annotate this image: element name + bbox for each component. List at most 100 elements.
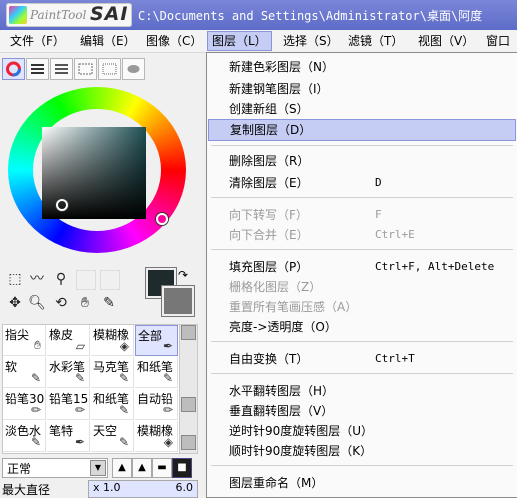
blend-mode-select[interactable]: 正常 ▼ bbox=[2, 458, 108, 478]
brush-cell[interactable]: 和纸笔 ✎ bbox=[135, 357, 178, 388]
menu-edit[interactable]: 编辑（E） bbox=[80, 33, 136, 49]
menu-filter[interactable]: 滤镜（T） bbox=[348, 33, 403, 49]
menu-select[interactable]: 选择（S） bbox=[283, 33, 339, 49]
menu-separator bbox=[211, 249, 513, 250]
hsv-slider-tab[interactable] bbox=[50, 58, 73, 80]
menu-item-shortcut: D bbox=[375, 176, 382, 189]
menu-layer[interactable]: 图层（L） bbox=[207, 31, 272, 51]
menu-item-luminance-to-opacity[interactable]: 亮度->透明度（O） bbox=[207, 317, 517, 337]
magic-wand-icon[interactable]: ⚲ bbox=[52, 270, 70, 288]
menu-item-reset-pressure: 重置所有笔画压感（A） bbox=[207, 297, 517, 317]
scroll-thumb[interactable] bbox=[181, 397, 196, 412]
zoom-icon[interactable]: 🔍︎ bbox=[28, 294, 46, 312]
menu-item-new-pen-layer[interactable]: 新建钢笔图层（I） bbox=[207, 79, 517, 99]
brush-shape-round-icon[interactable]: ▲ bbox=[132, 458, 152, 478]
pen-icon: ✒ bbox=[74, 435, 85, 449]
menu-item-flip-vertical[interactable]: 垂直翻转图层（V） bbox=[207, 401, 517, 421]
blur-eraser-icon: ◈ bbox=[119, 339, 129, 353]
menu-item-label: 顺时针90度旋转图层（K） bbox=[229, 444, 373, 458]
brush-grid-scrollbar[interactable] bbox=[179, 324, 198, 454]
finger-tip-icon: ✋︎ bbox=[34, 338, 41, 352]
size-value: 6.0 bbox=[175, 481, 194, 494]
brush-cell[interactable]: 水彩笔 ✎ bbox=[47, 357, 90, 388]
light-water-icon: ✎ bbox=[30, 435, 41, 449]
menu-item-free-transform[interactable]: 自由变换（T） Ctrl+T bbox=[207, 349, 517, 369]
menu-item-shortcut: F bbox=[375, 208, 382, 221]
menu-item-label: 图层重命名（M） bbox=[229, 476, 324, 490]
menu-item-rotate-ccw[interactable]: 逆时针90度旋转图层（U） bbox=[207, 421, 517, 441]
scratchpad-tab[interactable] bbox=[98, 58, 121, 80]
lasso-icon[interactable]: 〰 bbox=[28, 270, 46, 288]
rect-select-icon[interactable]: ⬚ bbox=[6, 270, 24, 288]
brush-label: 天空 bbox=[93, 424, 118, 438]
menu-item-label: 亮度->透明度（O） bbox=[229, 320, 337, 334]
mixer-tab[interactable] bbox=[122, 58, 145, 80]
hand-icon[interactable]: ✋︎ bbox=[76, 294, 94, 312]
menu-item-delete-layer[interactable]: 删除图层（R） bbox=[207, 151, 517, 171]
menu-item-flip-horizontal[interactable]: 水平翻转图层（H） bbox=[207, 381, 517, 401]
brush-cell[interactable]: 铅笔30 ✏ bbox=[3, 389, 46, 420]
brush-cell[interactable]: 模糊橡 ◈ bbox=[135, 421, 178, 452]
rgb-slider-tab[interactable] bbox=[26, 58, 49, 80]
color-wheel-tab[interactable] bbox=[2, 58, 25, 80]
menu-item-new-group[interactable]: 创建新组（S） bbox=[207, 99, 517, 119]
menu-item-label: 创建新组（S） bbox=[229, 102, 309, 116]
auto-pencil-icon: ✏ bbox=[162, 403, 173, 417]
move-icon[interactable]: ✥ bbox=[6, 294, 24, 312]
menu-item-label: 水平翻转图层（H） bbox=[229, 384, 335, 398]
brush-cell[interactable]: 指尖 ✋︎ bbox=[3, 325, 46, 356]
menu-item-label: 清除图层（E） bbox=[229, 176, 309, 190]
menu-item-label: 自由变换（T） bbox=[229, 352, 309, 366]
swap-colors-icon[interactable]: ↷ bbox=[178, 268, 188, 282]
background-color-swatch[interactable] bbox=[162, 286, 194, 316]
scroll-down-icon[interactable] bbox=[181, 435, 196, 450]
brush-cell[interactable]: 铅笔15 ✏ bbox=[47, 389, 90, 420]
brush-cell[interactable]: 天空 ✎ bbox=[91, 421, 134, 452]
menu-item-merge-down: 向下合并（E） Ctrl+E bbox=[207, 225, 517, 245]
washi-brush-icon: ✎ bbox=[162, 371, 173, 385]
menu-file[interactable]: 文件（F） bbox=[10, 33, 65, 49]
brush-cell[interactable]: 和纸笔 ✎ bbox=[91, 389, 134, 420]
brush-cell[interactable]: 笔特 ✒ bbox=[47, 421, 90, 452]
menu-item-clear-layer[interactable]: 清除图层（E） D bbox=[207, 173, 517, 193]
menu-window[interactable]: 窗口 bbox=[486, 33, 510, 49]
menu-item-duplicate-layer[interactable]: 复制图层（D） bbox=[208, 119, 516, 141]
menu-item-fill-layer[interactable]: 填充图层（P） Ctrl+F, Alt+Delete bbox=[207, 257, 517, 277]
swatch-tab[interactable] bbox=[74, 58, 97, 80]
brush-cell[interactable]: 软 ✎ bbox=[3, 357, 46, 388]
max-size-slider[interactable]: x 1.0 6.0 bbox=[88, 480, 198, 498]
brush-shape-sharp-icon[interactable]: ▲ bbox=[112, 458, 132, 478]
eyedropper-icon[interactable]: ✎ bbox=[100, 294, 118, 312]
eraser-icon: ▱ bbox=[75, 339, 85, 353]
sv-cursor[interactable] bbox=[56, 199, 68, 211]
brush-cell[interactable]: 橡皮 ▱ bbox=[47, 325, 90, 356]
menu-item-label: 填充图层（P） bbox=[229, 260, 309, 274]
brush-cell[interactable]: 淡色水 ✎ bbox=[3, 421, 46, 452]
menu-separator bbox=[211, 341, 513, 342]
menu-item-shortcut: Ctrl+E bbox=[375, 228, 415, 241]
scroll-up-icon[interactable] bbox=[181, 325, 196, 340]
menu-item-new-color-layer[interactable]: 新建色彩图层（N） bbox=[207, 57, 517, 77]
menu-item-shortcut: Ctrl+T bbox=[375, 352, 415, 365]
menu-image[interactable]: 图像（C） bbox=[146, 33, 202, 49]
menu-view[interactable]: 视图（V） bbox=[418, 33, 474, 49]
max-size-label: 最大直径 bbox=[2, 483, 51, 497]
brush-cell[interactable]: 模糊橡 ◈ bbox=[91, 325, 134, 356]
brush-shape-square-icon[interactable]: ■ bbox=[172, 458, 192, 478]
brush-cell-selected[interactable]: 全部 ✒ bbox=[135, 325, 178, 356]
brush-shape-flat-icon[interactable]: ▬ bbox=[152, 458, 172, 478]
max-size-row: 最大直径 x 1.0 6.0 bbox=[2, 480, 198, 498]
menu-item-label: 新建色彩图层（N） bbox=[229, 60, 334, 74]
rotate-icon[interactable]: ⟲ bbox=[52, 294, 70, 312]
menu-item-transfer-down: 向下转写（F） F bbox=[207, 205, 517, 225]
hue-cursor[interactable] bbox=[156, 213, 168, 225]
menu-item-rename-layer[interactable]: 图层重命名（M） bbox=[207, 473, 517, 493]
menu-item-label: 重置所有笔画压感（A） bbox=[229, 300, 358, 314]
color-wheel-icon bbox=[6, 61, 21, 77]
chevron-down-icon[interactable]: ▼ bbox=[90, 460, 106, 476]
brush-cell[interactable]: 自动铅 ✏ bbox=[135, 389, 178, 420]
menu-item-label: 复制图层（D） bbox=[230, 123, 312, 137]
menu-item-rotate-cw[interactable]: 顺时针90度旋转图层（K） bbox=[207, 441, 517, 461]
brush-cell[interactable]: 马克笔 ✎ bbox=[91, 357, 134, 388]
soft-brush-icon: ✎ bbox=[30, 371, 41, 385]
